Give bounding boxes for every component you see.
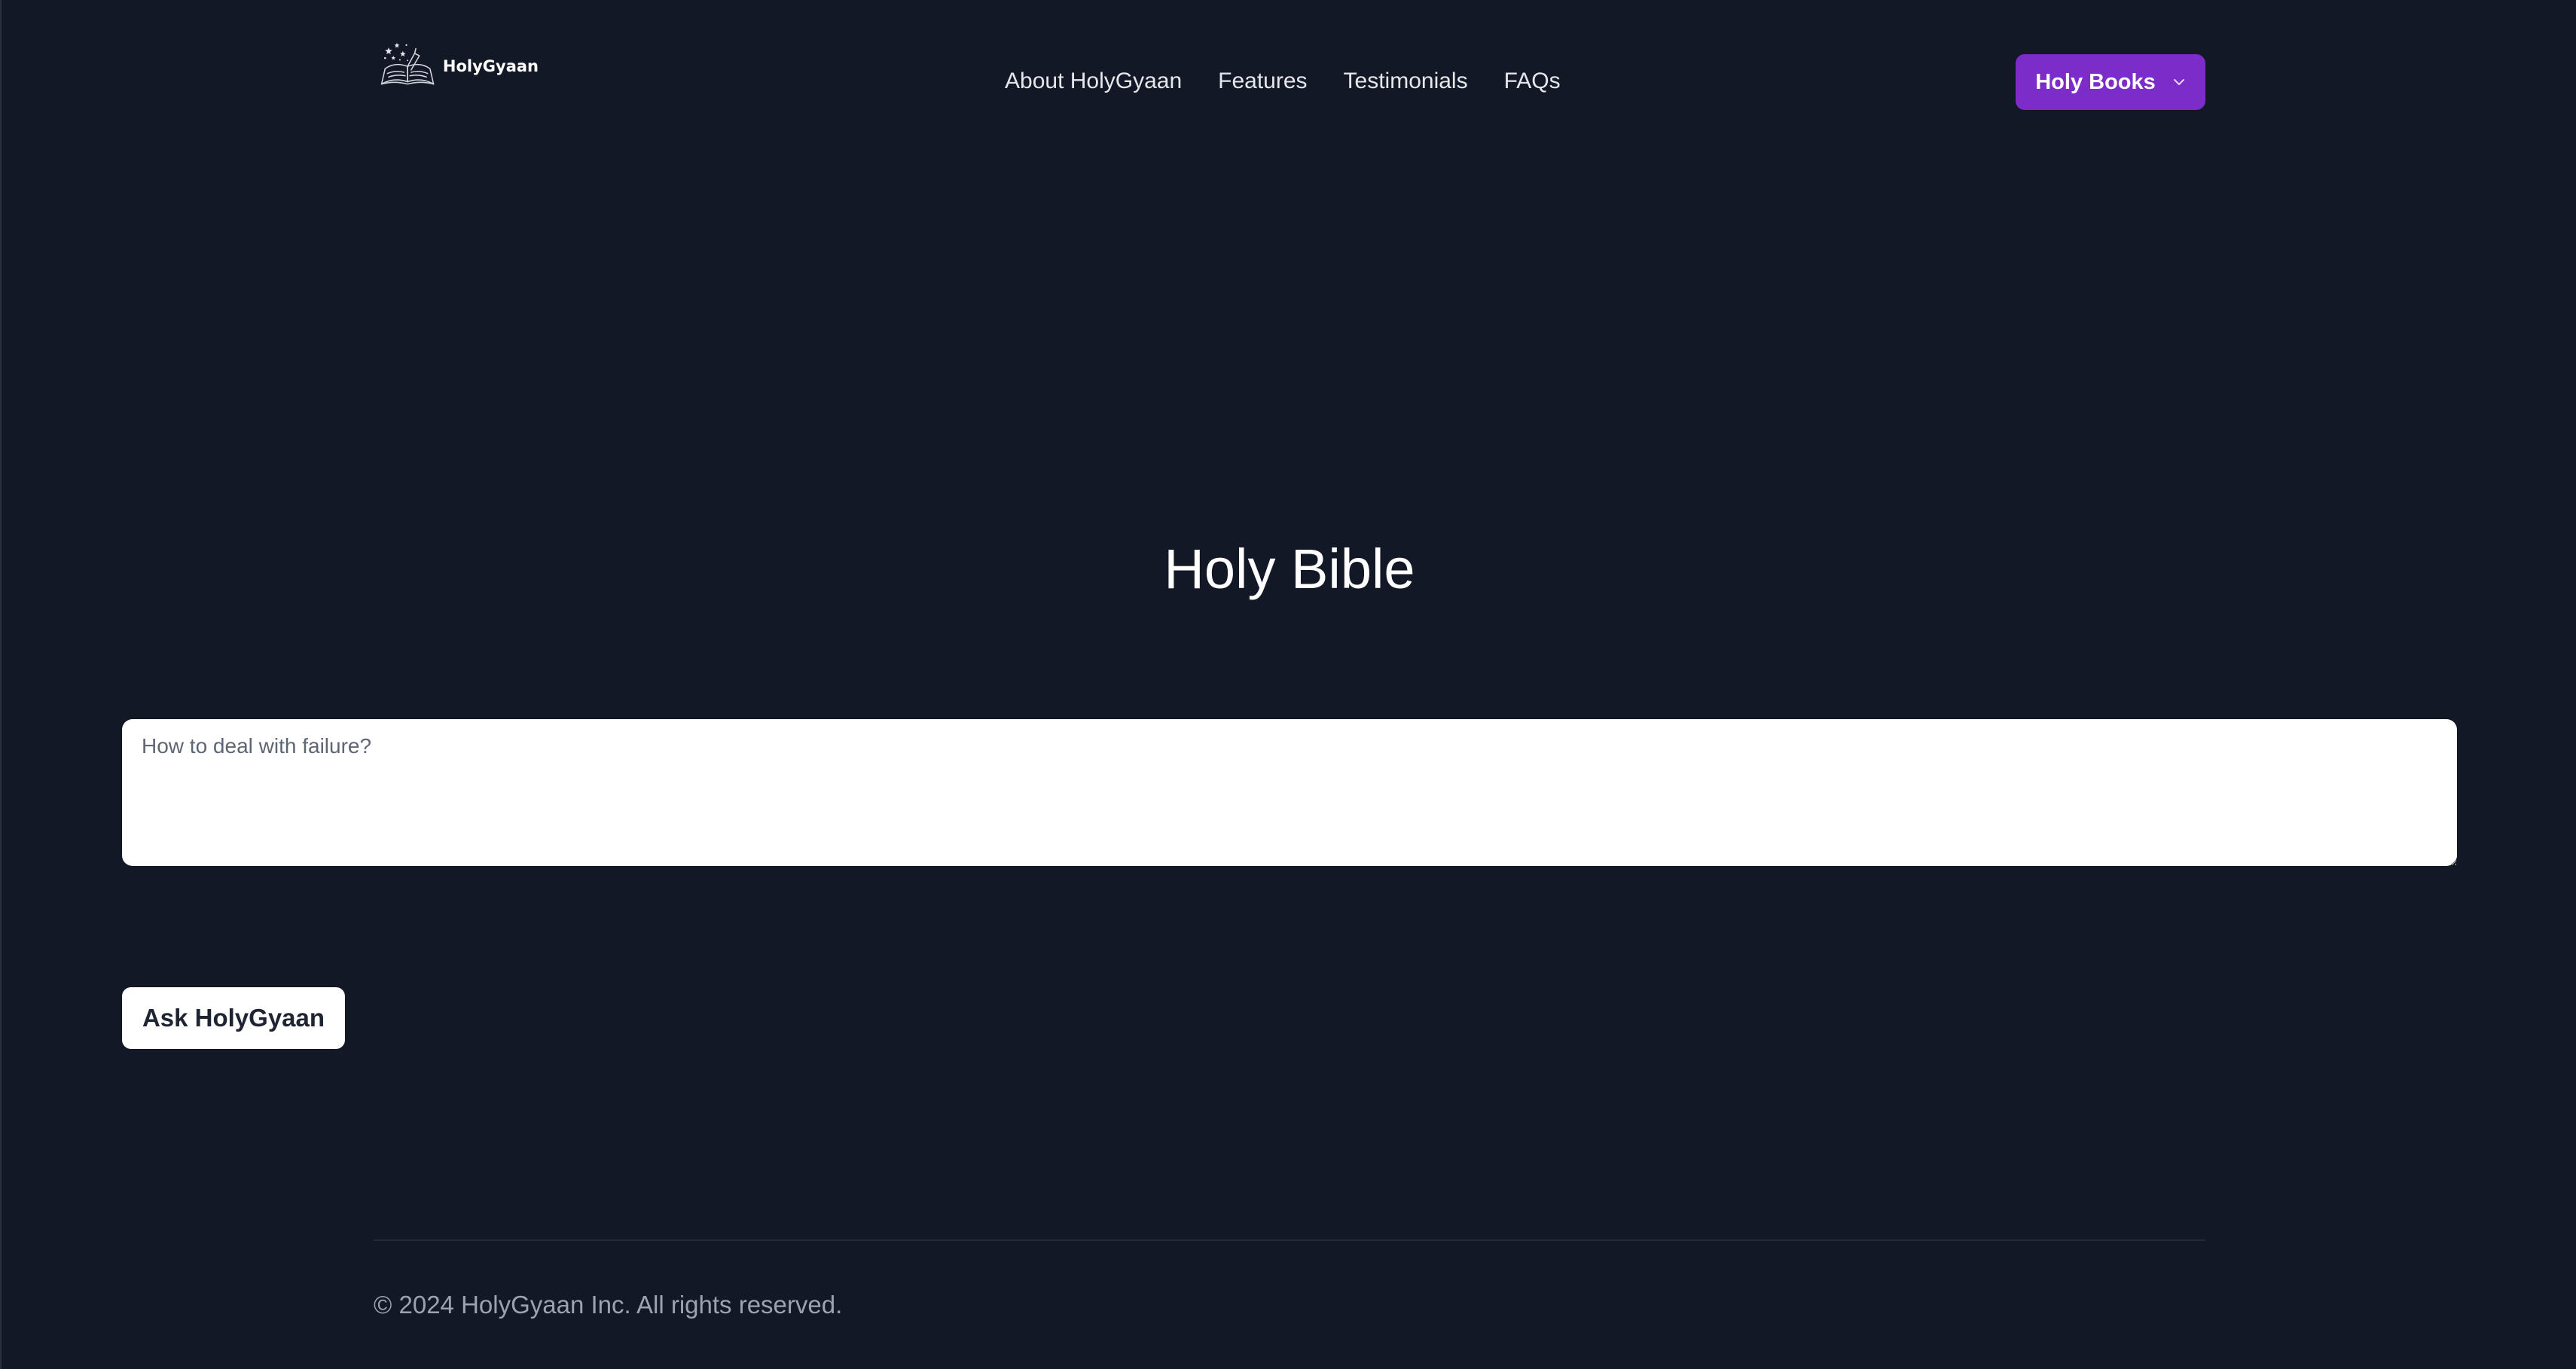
nav-faqs[interactable]: FAQs: [1504, 69, 1561, 94]
holy-books-dropdown-button[interactable]: Holy Books: [2016, 54, 2205, 110]
main-nav: About HolyGyaan Features Testimonials FA…: [1005, 63, 1561, 99]
nav-about-holygyaan[interactable]: About HolyGyaan: [1005, 69, 1182, 94]
footer-copyright: © 2024 HolyGyaan Inc. All rights reserve…: [374, 1291, 843, 1319]
chevron-down-icon: [2172, 78, 2186, 87]
open-book-stars-icon: [380, 42, 435, 85]
nav-features[interactable]: Features: [1218, 69, 1307, 94]
site-header: HolyGyaan About HolyGyaan Features Testi…: [2, 0, 2576, 163]
holygyaan-logo[interactable]: HolyGyaan: [380, 33, 539, 95]
question-input[interactable]: [122, 719, 2457, 866]
page-title: Holy Bible: [1164, 538, 1415, 600]
logo-wordmark: HolyGyaan: [442, 57, 539, 75]
ask-holygyaan-button[interactable]: Ask HolyGyaan: [122, 987, 345, 1049]
holy-books-label: Holy Books: [2035, 69, 2156, 94]
nav-testimonials[interactable]: Testimonials: [1344, 69, 1468, 94]
footer-divider: [374, 1239, 2205, 1241]
